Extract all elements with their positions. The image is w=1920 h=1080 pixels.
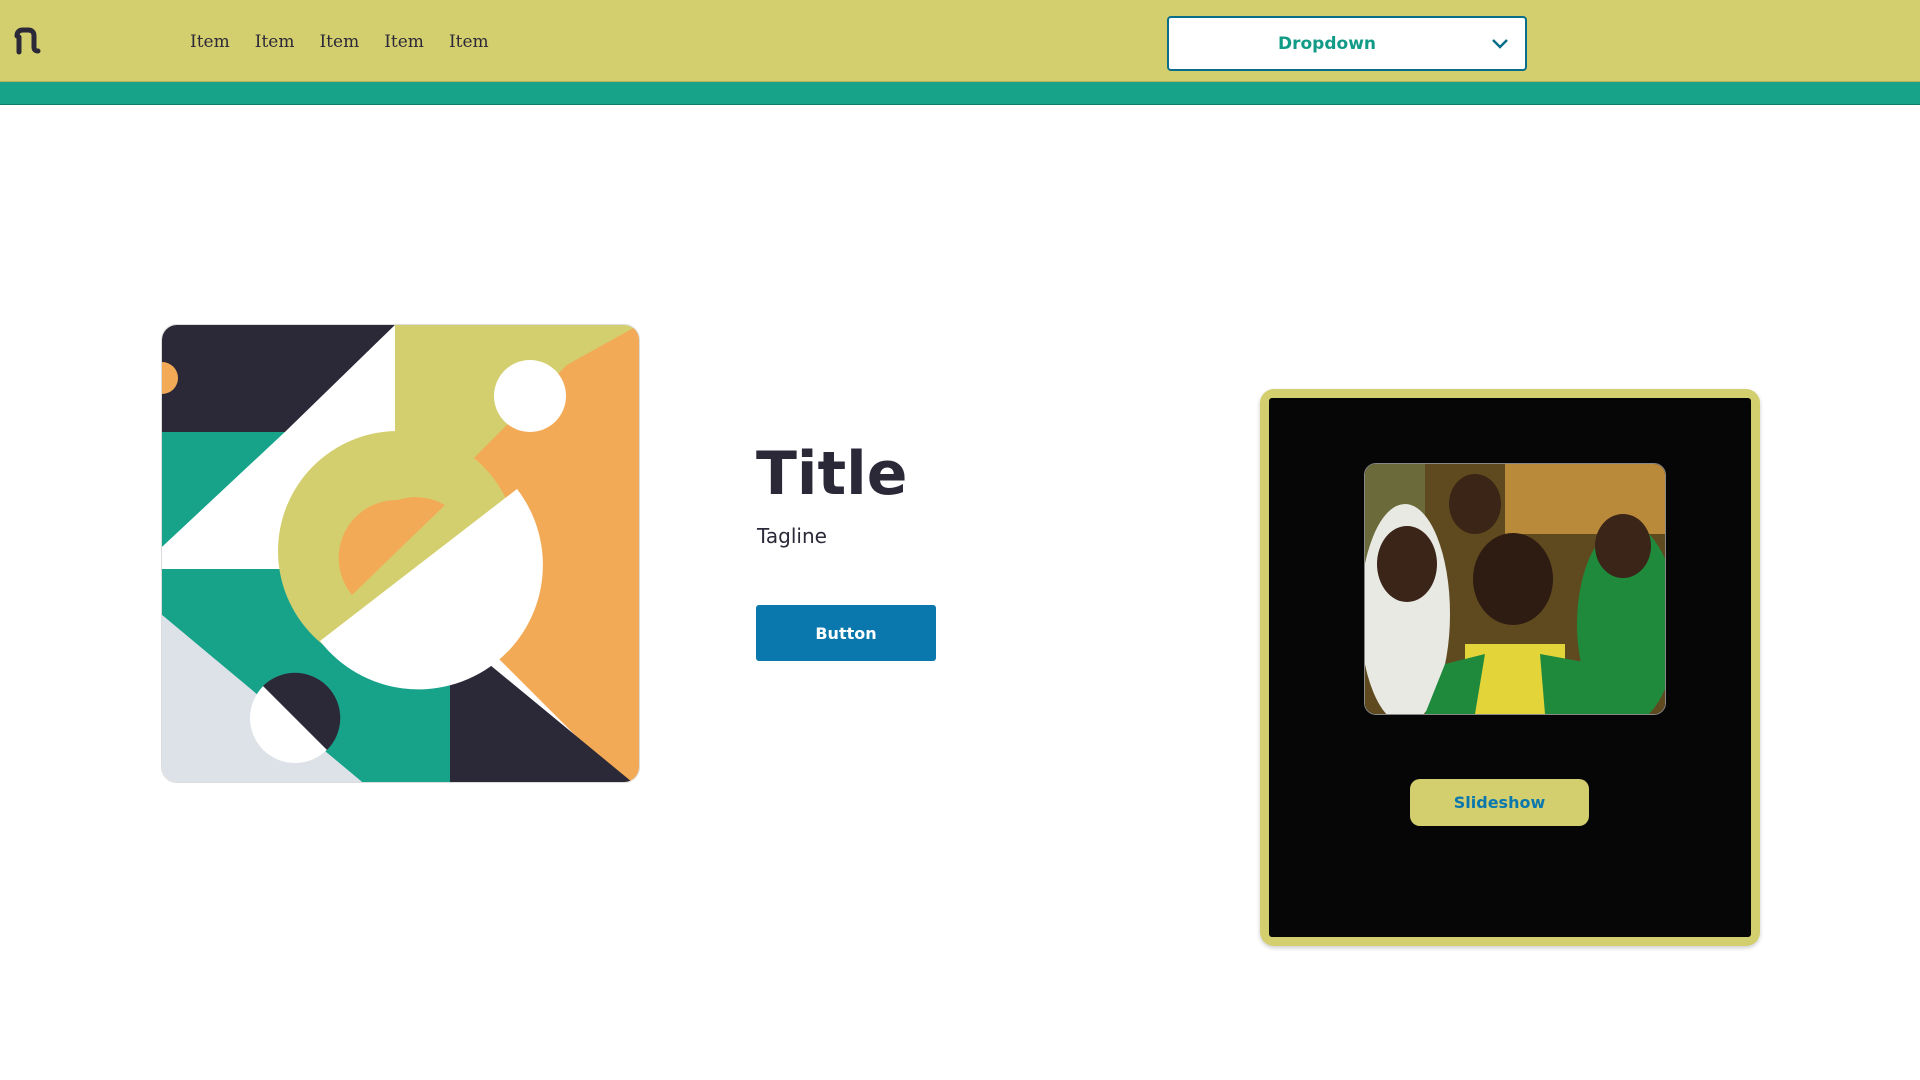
nav-item-3[interactable]: Item bbox=[319, 32, 359, 52]
header-accent-stripe bbox=[0, 82, 1920, 105]
children-group-photo[interactable] bbox=[1364, 463, 1666, 715]
slideshow-button[interactable]: Slideshow bbox=[1410, 779, 1589, 826]
hero-tagline: Tagline bbox=[757, 524, 827, 548]
chevron-down-icon bbox=[1492, 39, 1508, 49]
nav-item-1[interactable]: Item bbox=[190, 32, 230, 52]
slideshow-panel: Slideshow bbox=[1269, 398, 1751, 937]
nav-item-2[interactable]: Item bbox=[255, 32, 295, 52]
main-nav: Item Item Item Item Item bbox=[190, 0, 514, 84]
nav-item-5[interactable]: Item bbox=[449, 32, 489, 52]
hero-button[interactable]: Button bbox=[756, 605, 936, 661]
slideshow-frame: Slideshow bbox=[1260, 389, 1760, 946]
top-navigation-bar: Item Item Item Item Item Dropdown bbox=[0, 0, 1920, 82]
dropdown-label: Dropdown bbox=[1278, 33, 1376, 54]
geometric-illustration bbox=[161, 324, 640, 783]
nav-item-4[interactable]: Item bbox=[384, 32, 424, 52]
hero-title: Title bbox=[756, 439, 908, 509]
header-dropdown[interactable]: Dropdown bbox=[1167, 16, 1527, 71]
brand-logo-icon[interactable] bbox=[14, 27, 44, 57]
